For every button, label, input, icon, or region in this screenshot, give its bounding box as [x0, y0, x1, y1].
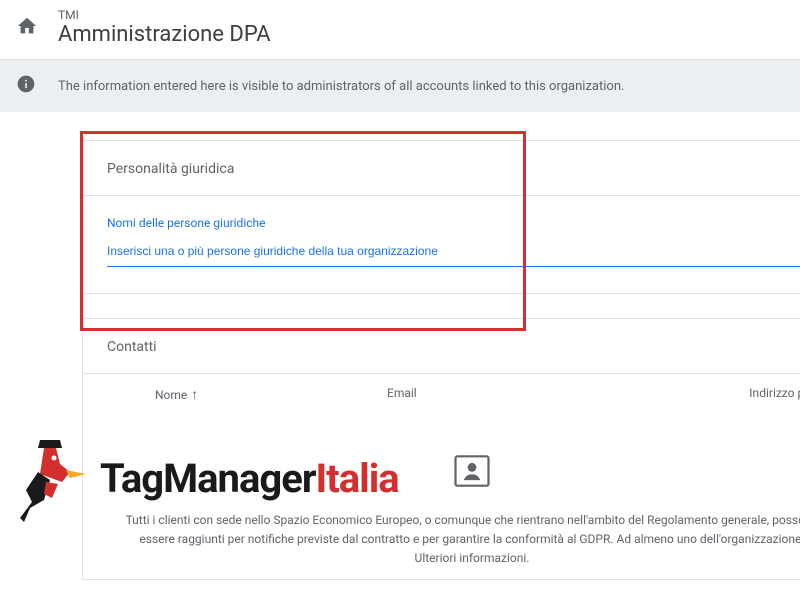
home-icon[interactable] [16, 15, 38, 41]
column-address[interactable]: Indirizzo postale [677, 386, 800, 403]
info-bar: The information entered here is visible … [0, 60, 800, 112]
legal-entity-card: Personalità giuridica Nomi delle persone… [82, 140, 800, 294]
legal-entity-body: Nomi delle persone giuridiche [83, 196, 800, 293]
column-name-label: Nome [155, 388, 187, 402]
header: TMI Amministrazione DPA [0, 0, 800, 60]
org-label: TMI [58, 8, 271, 22]
contacts-title: Contatti [83, 319, 800, 374]
info-icon [16, 74, 36, 98]
legal-entity-title: Personalità giuridica [83, 141, 800, 196]
contacts-empty-text: Tutti i clienti con sede nello Spazio Ec… [107, 511, 800, 569]
contact-placeholder-icon [450, 449, 494, 493]
column-email[interactable]: Email [387, 386, 677, 403]
contacts-empty-state: Tutti i clienti con sede nello Spazio Ec… [83, 415, 800, 579]
content: Personalità giuridica Nomi delle persone… [0, 112, 800, 580]
page-title: Amministrazione DPA [58, 22, 271, 47]
sort-arrow-icon: ↑ [191, 386, 198, 403]
contacts-table-header: Nome ↑ Email Indirizzo postale [83, 374, 800, 415]
info-text: The information entered here is visible … [58, 79, 624, 94]
header-text: TMI Amministrazione DPA [58, 8, 271, 47]
column-name[interactable]: Nome ↑ [107, 386, 387, 403]
legal-entity-field-label: Nomi delle persone giuridiche [107, 216, 800, 230]
legal-entity-input[interactable] [107, 240, 800, 267]
contacts-card: Contatti Nome ↑ Email Indirizzo postale … [82, 318, 800, 580]
